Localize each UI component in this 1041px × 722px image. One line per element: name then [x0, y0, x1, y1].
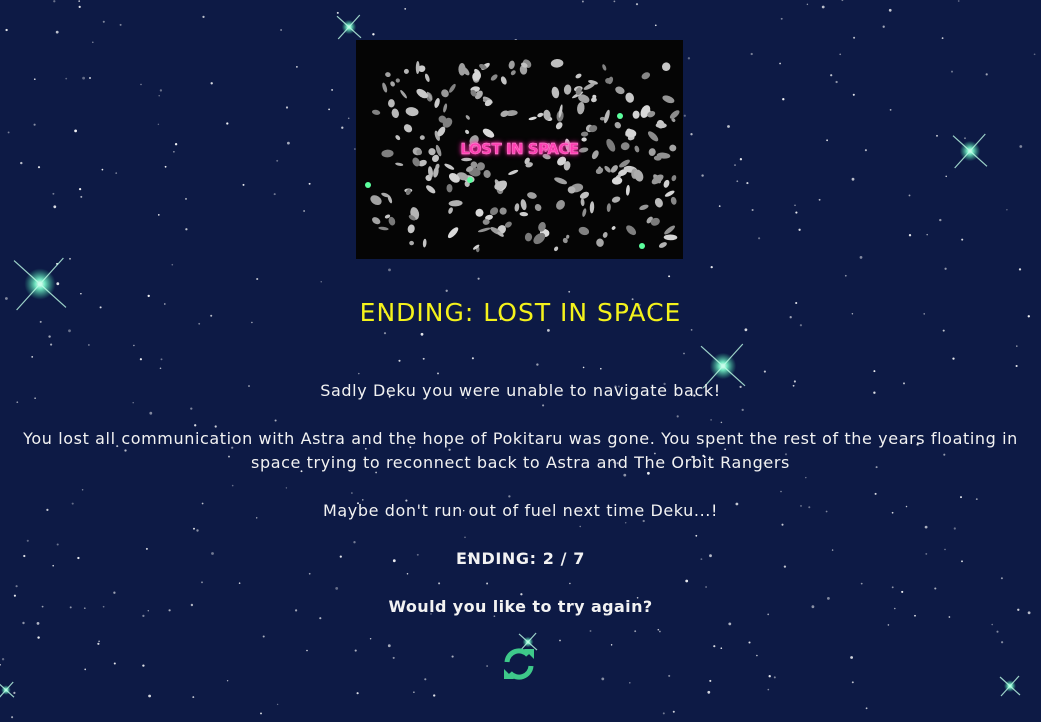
- asteroid: [388, 99, 395, 108]
- ending-image-caption: LOST IN SPACE: [460, 140, 579, 158]
- ending-screen: LOST IN SPACE ENDING: LOST IN SPACE Sadl…: [0, 0, 1041, 722]
- asteroid-sparkle: [365, 182, 371, 188]
- ending-paragraph-3: Maybe don't run out of fuel next time De…: [322, 501, 718, 520]
- ending-counter: ENDING: 2 / 7: [455, 549, 586, 568]
- asteroid-sparkle: [617, 113, 623, 119]
- ending-title: ENDING: LOST IN SPACE: [359, 298, 682, 327]
- ending-image: LOST IN SPACE: [356, 40, 683, 259]
- asteroid-sparkle: [467, 177, 473, 183]
- restart-button[interactable]: [500, 645, 538, 683]
- asteroid-sparkle: [639, 243, 645, 249]
- ending-paragraph-2: You lost all communication with Astra an…: [23, 429, 1018, 472]
- refresh-icon: [504, 648, 534, 680]
- ending-paragraph-1: Sadly Deku you were unable to navigate b…: [320, 381, 721, 400]
- try-again-prompt: Would you like to try again?: [388, 597, 653, 616]
